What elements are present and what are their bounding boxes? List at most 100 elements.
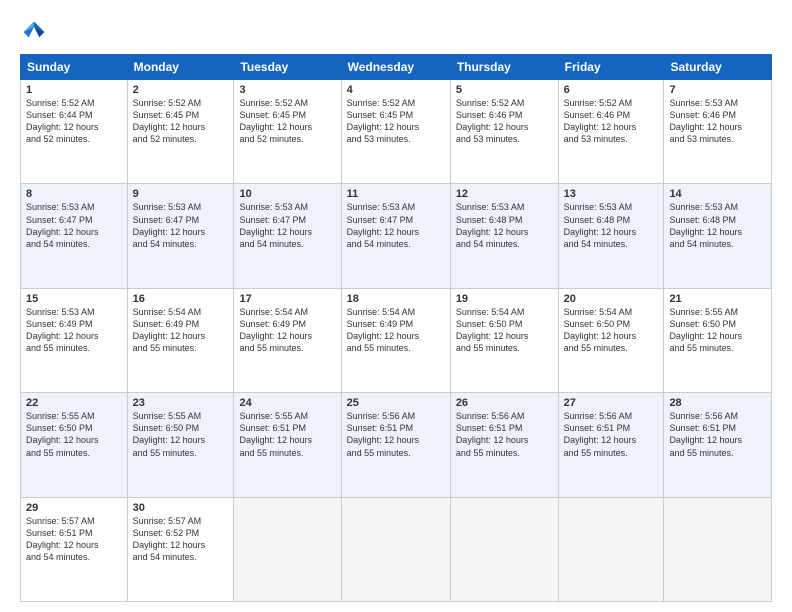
day-info: Sunrise: 5:53 AM Sunset: 6:47 PM Dayligh… (347, 201, 445, 250)
day-number: 1 (26, 84, 122, 96)
day-number: 11 (347, 188, 445, 200)
day-number: 25 (347, 397, 445, 409)
day-info: Sunrise: 5:52 AM Sunset: 6:45 PM Dayligh… (239, 97, 335, 146)
day-number: 12 (456, 188, 553, 200)
day-number: 24 (239, 397, 335, 409)
day-info: Sunrise: 5:57 AM Sunset: 6:52 PM Dayligh… (133, 515, 229, 564)
calendar-cell: 28Sunrise: 5:56 AM Sunset: 6:51 PM Dayli… (664, 393, 772, 497)
day-number: 10 (239, 188, 335, 200)
calendar-row: 29Sunrise: 5:57 AM Sunset: 6:51 PM Dayli… (21, 497, 772, 601)
calendar-cell: 3Sunrise: 5:52 AM Sunset: 6:45 PM Daylig… (234, 80, 341, 184)
calendar-cell: 11Sunrise: 5:53 AM Sunset: 6:47 PM Dayli… (341, 184, 450, 288)
calendar-cell: 30Sunrise: 5:57 AM Sunset: 6:52 PM Dayli… (127, 497, 234, 601)
day-info: Sunrise: 5:57 AM Sunset: 6:51 PM Dayligh… (26, 515, 122, 564)
calendar-cell: 13Sunrise: 5:53 AM Sunset: 6:48 PM Dayli… (558, 184, 664, 288)
day-info: Sunrise: 5:53 AM Sunset: 6:49 PM Dayligh… (26, 306, 122, 355)
calendar-header-tuesday: Tuesday (234, 55, 341, 80)
logo-icon (20, 18, 48, 46)
calendar-cell: 17Sunrise: 5:54 AM Sunset: 6:49 PM Dayli… (234, 288, 341, 392)
day-number: 23 (133, 397, 229, 409)
calendar-cell (234, 497, 341, 601)
calendar-header-thursday: Thursday (450, 55, 558, 80)
calendar-cell: 18Sunrise: 5:54 AM Sunset: 6:49 PM Dayli… (341, 288, 450, 392)
calendar-cell: 27Sunrise: 5:56 AM Sunset: 6:51 PM Dayli… (558, 393, 664, 497)
calendar-cell: 20Sunrise: 5:54 AM Sunset: 6:50 PM Dayli… (558, 288, 664, 392)
day-number: 18 (347, 293, 445, 305)
day-number: 9 (133, 188, 229, 200)
calendar-cell: 9Sunrise: 5:53 AM Sunset: 6:47 PM Daylig… (127, 184, 234, 288)
day-info: Sunrise: 5:54 AM Sunset: 6:49 PM Dayligh… (133, 306, 229, 355)
day-info: Sunrise: 5:56 AM Sunset: 6:51 PM Dayligh… (456, 410, 553, 459)
day-number: 2 (133, 84, 229, 96)
day-number: 14 (669, 188, 766, 200)
calendar-cell: 16Sunrise: 5:54 AM Sunset: 6:49 PM Dayli… (127, 288, 234, 392)
day-number: 22 (26, 397, 122, 409)
day-info: Sunrise: 5:56 AM Sunset: 6:51 PM Dayligh… (564, 410, 659, 459)
day-info: Sunrise: 5:53 AM Sunset: 6:48 PM Dayligh… (456, 201, 553, 250)
calendar-cell: 23Sunrise: 5:55 AM Sunset: 6:50 PM Dayli… (127, 393, 234, 497)
day-info: Sunrise: 5:53 AM Sunset: 6:46 PM Dayligh… (669, 97, 766, 146)
calendar-cell: 25Sunrise: 5:56 AM Sunset: 6:51 PM Dayli… (341, 393, 450, 497)
calendar-cell: 2Sunrise: 5:52 AM Sunset: 6:45 PM Daylig… (127, 80, 234, 184)
calendar-row: 8Sunrise: 5:53 AM Sunset: 6:47 PM Daylig… (21, 184, 772, 288)
day-number: 20 (564, 293, 659, 305)
calendar-cell: 21Sunrise: 5:55 AM Sunset: 6:50 PM Dayli… (664, 288, 772, 392)
day-info: Sunrise: 5:52 AM Sunset: 6:46 PM Dayligh… (456, 97, 553, 146)
day-info: Sunrise: 5:56 AM Sunset: 6:51 PM Dayligh… (347, 410, 445, 459)
day-number: 21 (669, 293, 766, 305)
day-info: Sunrise: 5:53 AM Sunset: 6:48 PM Dayligh… (564, 201, 659, 250)
calendar-cell: 7Sunrise: 5:53 AM Sunset: 6:46 PM Daylig… (664, 80, 772, 184)
calendar-header-saturday: Saturday (664, 55, 772, 80)
calendar-row: 15Sunrise: 5:53 AM Sunset: 6:49 PM Dayli… (21, 288, 772, 392)
day-number: 8 (26, 188, 122, 200)
day-info: Sunrise: 5:55 AM Sunset: 6:51 PM Dayligh… (239, 410, 335, 459)
calendar-cell: 10Sunrise: 5:53 AM Sunset: 6:47 PM Dayli… (234, 184, 341, 288)
day-number: 28 (669, 397, 766, 409)
day-info: Sunrise: 5:55 AM Sunset: 6:50 PM Dayligh… (669, 306, 766, 355)
calendar-cell: 15Sunrise: 5:53 AM Sunset: 6:49 PM Dayli… (21, 288, 128, 392)
day-number: 5 (456, 84, 553, 96)
calendar-cell (664, 497, 772, 601)
day-info: Sunrise: 5:54 AM Sunset: 6:49 PM Dayligh… (347, 306, 445, 355)
calendar-row: 1Sunrise: 5:52 AM Sunset: 6:44 PM Daylig… (21, 80, 772, 184)
day-info: Sunrise: 5:53 AM Sunset: 6:47 PM Dayligh… (239, 201, 335, 250)
page: SundayMondayTuesdayWednesdayThursdayFrid… (0, 0, 792, 612)
calendar-cell: 8Sunrise: 5:53 AM Sunset: 6:47 PM Daylig… (21, 184, 128, 288)
calendar-header-friday: Friday (558, 55, 664, 80)
calendar-row: 22Sunrise: 5:55 AM Sunset: 6:50 PM Dayli… (21, 393, 772, 497)
calendar-header-sunday: Sunday (21, 55, 128, 80)
day-info: Sunrise: 5:56 AM Sunset: 6:51 PM Dayligh… (669, 410, 766, 459)
day-number: 3 (239, 84, 335, 96)
day-info: Sunrise: 5:54 AM Sunset: 6:49 PM Dayligh… (239, 306, 335, 355)
calendar-header-row: SundayMondayTuesdayWednesdayThursdayFrid… (21, 55, 772, 80)
day-number: 30 (133, 502, 229, 514)
calendar-cell: 14Sunrise: 5:53 AM Sunset: 6:48 PM Dayli… (664, 184, 772, 288)
calendar-cell (341, 497, 450, 601)
calendar-cell: 24Sunrise: 5:55 AM Sunset: 6:51 PM Dayli… (234, 393, 341, 497)
calendar-cell (558, 497, 664, 601)
calendar-header-monday: Monday (127, 55, 234, 80)
day-info: Sunrise: 5:55 AM Sunset: 6:50 PM Dayligh… (26, 410, 122, 459)
calendar-header-wednesday: Wednesday (341, 55, 450, 80)
day-info: Sunrise: 5:52 AM Sunset: 6:44 PM Dayligh… (26, 97, 122, 146)
calendar-cell: 6Sunrise: 5:52 AM Sunset: 6:46 PM Daylig… (558, 80, 664, 184)
day-info: Sunrise: 5:52 AM Sunset: 6:45 PM Dayligh… (133, 97, 229, 146)
day-number: 15 (26, 293, 122, 305)
logo (20, 18, 52, 46)
day-info: Sunrise: 5:53 AM Sunset: 6:47 PM Dayligh… (26, 201, 122, 250)
calendar-cell: 4Sunrise: 5:52 AM Sunset: 6:45 PM Daylig… (341, 80, 450, 184)
day-info: Sunrise: 5:52 AM Sunset: 6:46 PM Dayligh… (564, 97, 659, 146)
day-number: 7 (669, 84, 766, 96)
day-number: 29 (26, 502, 122, 514)
day-info: Sunrise: 5:54 AM Sunset: 6:50 PM Dayligh… (564, 306, 659, 355)
day-number: 4 (347, 84, 445, 96)
day-number: 16 (133, 293, 229, 305)
day-number: 26 (456, 397, 553, 409)
calendar-cell: 29Sunrise: 5:57 AM Sunset: 6:51 PM Dayli… (21, 497, 128, 601)
calendar-cell (450, 497, 558, 601)
day-info: Sunrise: 5:55 AM Sunset: 6:50 PM Dayligh… (133, 410, 229, 459)
header (20, 18, 772, 46)
calendar-cell: 12Sunrise: 5:53 AM Sunset: 6:48 PM Dayli… (450, 184, 558, 288)
day-info: Sunrise: 5:53 AM Sunset: 6:47 PM Dayligh… (133, 201, 229, 250)
day-info: Sunrise: 5:54 AM Sunset: 6:50 PM Dayligh… (456, 306, 553, 355)
